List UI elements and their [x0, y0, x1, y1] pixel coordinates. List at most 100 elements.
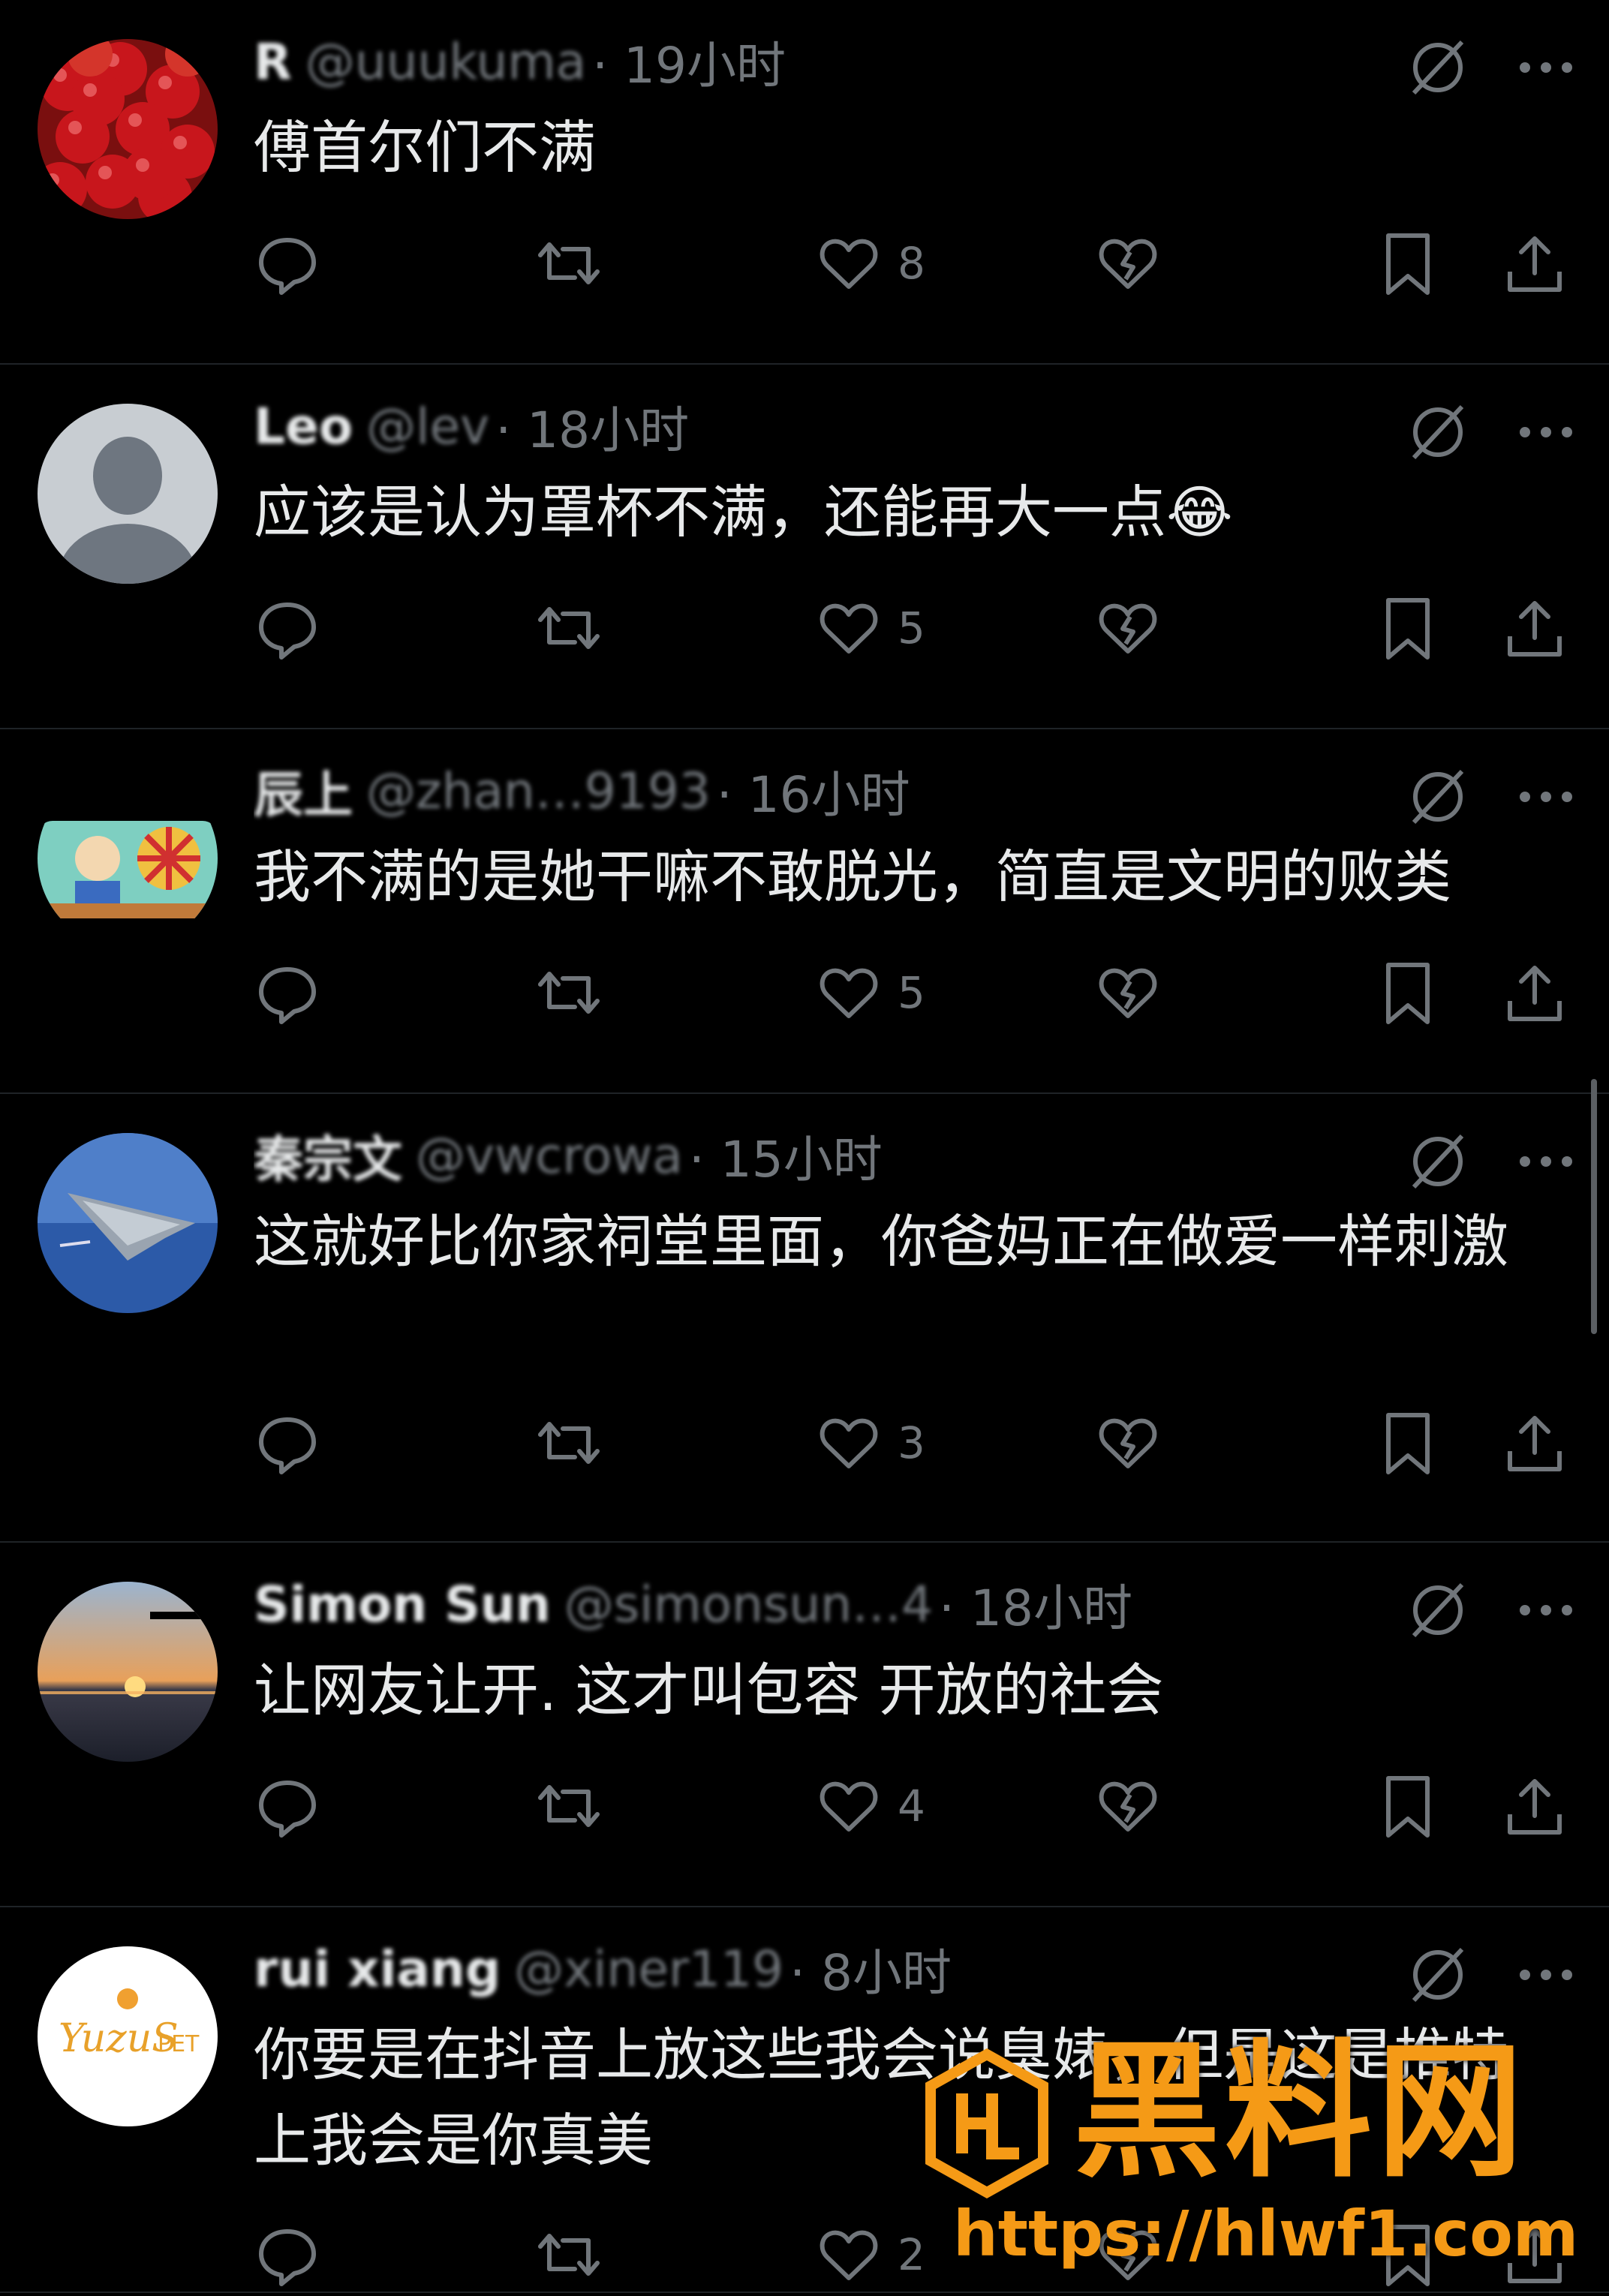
grok-icon[interactable]: [1406, 765, 1469, 828]
share-button[interactable]: [1501, 1409, 1568, 1477]
header-actions: [1406, 1130, 1576, 1193]
more-icon[interactable]: [1516, 786, 1576, 808]
bookmark-button[interactable]: [1378, 1772, 1438, 1840]
user-handle[interactable]: @zhan…9193: [366, 762, 711, 820]
repost-button[interactable]: [533, 1409, 605, 1477]
avatar[interactable]: [38, 404, 218, 584]
more-icon[interactable]: [1516, 421, 1576, 443]
grok-icon[interactable]: [1406, 1130, 1469, 1193]
more-icon[interactable]: [1516, 1964, 1576, 1986]
timestamp[interactable]: · 18小时: [939, 1570, 1132, 1639]
reply-button[interactable]: [254, 594, 321, 662]
grok-icon[interactable]: [1406, 36, 1469, 99]
comment-post[interactable]: Leo @lev · 18小时应该是认为罩杯不满，还能再大一点😂 5: [0, 365, 1609, 729]
avatar[interactable]: [38, 1133, 218, 1313]
timestamp[interactable]: · 18小时: [495, 392, 689, 461]
display-name[interactable]: Leo: [254, 398, 353, 455]
user-handle[interactable]: @xiner119: [514, 1940, 783, 1998]
post-text: 让网友让开. 这才叫包容 开放的社会: [254, 1657, 1164, 1724]
comment-post[interactable]: R @uuukuma · 19小时 傅首尔们不满 8: [0, 0, 1609, 365]
post-header: R @uuukuma · 19小时: [254, 27, 786, 96]
user-handle[interactable]: @simonsun…4: [564, 1576, 933, 1633]
reply-icon: [254, 1772, 321, 1840]
more-icon[interactable]: [1516, 56, 1576, 79]
bookmark-button[interactable]: [1378, 1409, 1438, 1477]
share-icon: [1501, 1772, 1568, 1840]
avatar[interactable]: [38, 768, 218, 948]
share-button[interactable]: [1501, 959, 1568, 1026]
header-actions: [1406, 36, 1576, 99]
display-name[interactable]: 辰上: [254, 756, 353, 825]
repost-icon: [533, 1772, 605, 1840]
like-button[interactable]: 5: [815, 594, 925, 662]
bookmark-button[interactable]: [1378, 594, 1438, 662]
like-count: 3: [898, 1417, 925, 1468]
post-text: 我不满的是她干嘛不敢脱光，简直是文明的败类: [254, 843, 1451, 910]
user-handle[interactable]: @vwcrowa: [416, 1127, 683, 1185]
repost-button[interactable]: [533, 2221, 605, 2288]
grok-icon[interactable]: [1406, 1579, 1469, 1642]
dislike-button[interactable]: [1094, 1772, 1162, 1840]
timestamp[interactable]: · 15小时: [689, 1121, 883, 1190]
action-bar: 8: [254, 230, 1579, 305]
share-button[interactable]: [1501, 594, 1568, 662]
dislike-button[interactable]: [1094, 594, 1162, 662]
more-icon[interactable]: [1516, 1150, 1576, 1173]
share-button[interactable]: [1501, 230, 1568, 297]
user-handle[interactable]: @uuukuma: [305, 33, 586, 91]
dislike-button[interactable]: [1094, 959, 1162, 1026]
like-button[interactable]: 8: [815, 230, 925, 297]
scrollbar[interactable]: [1591, 1079, 1597, 1334]
post-text: 应该是认为罩杯不满，还能再大一点😂: [254, 479, 1233, 545]
timestamp[interactable]: · 19小时: [592, 27, 786, 96]
comment-post[interactable]: Simon Sun @simonsun…4 · 18小时让网友让开. 这才叫包容 开…: [0, 1543, 1609, 1907]
grok-icon[interactable]: [1406, 1943, 1469, 2006]
repost-button[interactable]: [533, 594, 605, 662]
like-count: 8: [898, 238, 925, 289]
broken-heart-icon: [1094, 1772, 1162, 1840]
action-bar: 5: [254, 594, 1579, 669]
broken-heart-icon: [1094, 230, 1162, 297]
post-header: Leo @lev · 18小时: [254, 392, 689, 461]
timestamp[interactable]: · 8小时: [789, 1934, 952, 2003]
like-count: 2: [898, 2229, 925, 2280]
reply-button[interactable]: [254, 2221, 321, 2288]
display-name[interactable]: R: [254, 33, 292, 91]
bookmark-button[interactable]: [1378, 230, 1438, 297]
avatar[interactable]: [38, 1582, 218, 1762]
more-icon[interactable]: [1516, 1599, 1576, 1621]
grok-icon[interactable]: [1406, 401, 1469, 464]
reply-button[interactable]: [254, 959, 321, 1026]
bookmark-button[interactable]: [1378, 959, 1438, 1026]
header-actions: [1406, 1943, 1576, 2006]
avatar[interactable]: [38, 39, 218, 219]
reply-button[interactable]: [254, 1772, 321, 1840]
dislike-button[interactable]: [1094, 1409, 1162, 1477]
like-button[interactable]: 4: [815, 1772, 925, 1840]
reply-icon: [254, 959, 321, 1026]
avatar[interactable]: YuzuS PET: [38, 1946, 218, 2126]
repost-button[interactable]: [533, 959, 605, 1026]
display-name[interactable]: rui xiang: [254, 1940, 501, 1998]
repost-button[interactable]: [533, 230, 605, 297]
like-button[interactable]: 5: [815, 959, 925, 1026]
user-handle[interactable]: @lev: [366, 398, 489, 455]
timestamp[interactable]: · 16小时: [717, 756, 910, 825]
dislike-button[interactable]: [1094, 230, 1162, 297]
header-actions: [1406, 1579, 1576, 1642]
like-button[interactable]: 3: [815, 1409, 925, 1477]
watermark-logo-icon: [925, 2048, 1048, 2198]
post-text: 傅首尔们不满: [254, 114, 596, 181]
comment-post[interactable]: 辰上 @zhan…9193 · 16小时我不满的是她干嘛不敢脱光，简直是文明的败类 5: [0, 729, 1609, 1094]
reply-button[interactable]: [254, 1409, 321, 1477]
like-button[interactable]: 2: [815, 2221, 925, 2288]
action-bar: 4: [254, 1772, 1579, 1847]
share-icon: [1501, 230, 1568, 297]
post-header: 辰上 @zhan…9193 · 16小时: [254, 756, 910, 825]
repost-button[interactable]: [533, 1772, 605, 1840]
display-name[interactable]: 秦宗文: [254, 1121, 402, 1190]
reply-button[interactable]: [254, 230, 321, 297]
display-name[interactable]: Simon Sun: [254, 1576, 551, 1633]
comment-post[interactable]: 秦宗文 @vwcrowa · 15小时 这就好比你家祠堂里面，你爸妈正在做爱一样刺激 3: [0, 1094, 1609, 1543]
share-button[interactable]: [1501, 1772, 1568, 1840]
